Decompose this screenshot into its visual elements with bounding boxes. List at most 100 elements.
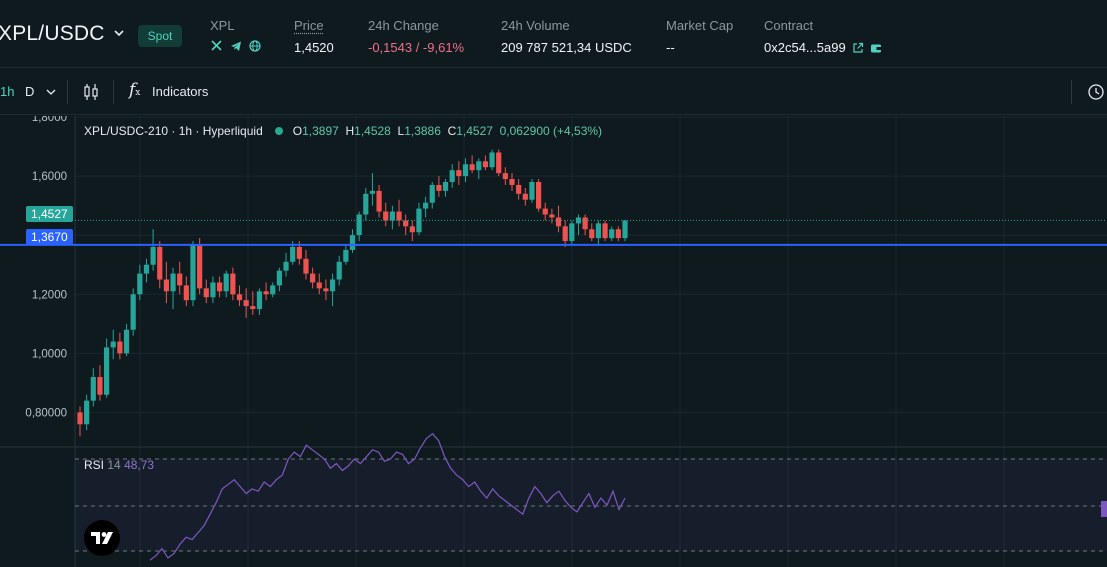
change-stat: 24h Change -0,1543 / -9,61% <box>368 18 464 55</box>
candle-body <box>562 226 568 242</box>
pair-selector[interactable]: XPL/USDC <box>0 22 105 46</box>
market-type-badge: Spot <box>138 25 182 47</box>
rsi-value-marker <box>1101 501 1107 517</box>
candle-body <box>429 184 435 203</box>
candle-body <box>150 247 156 265</box>
last-price-tag: 1,4527 <box>26 206 73 222</box>
candle-body <box>223 273 229 292</box>
market-open-dot <box>274 127 283 135</box>
candle-body <box>356 214 362 236</box>
price-label: Price <box>294 18 324 33</box>
candle-body <box>489 152 495 168</box>
token-label: XPL <box>210 18 235 33</box>
y-tick-label: 1,8000 <box>32 116 67 124</box>
indicators-icon[interactable]: fx <box>129 80 140 100</box>
candle-body <box>469 164 475 171</box>
price-chart[interactable]: 1,80001,60001,40001,20001,00000,80000 <box>0 116 1107 567</box>
candle-body <box>462 164 469 177</box>
contract-address[interactable]: 0x2c54...5a99 <box>764 40 846 55</box>
candle-body <box>316 282 322 289</box>
y-tick-label: 1,0000 <box>32 348 67 360</box>
candle-body <box>336 261 342 280</box>
candle-body <box>170 273 176 292</box>
candle-body <box>163 279 170 292</box>
candle-body <box>290 247 296 262</box>
candle-body <box>396 211 402 221</box>
candle-body <box>263 291 269 295</box>
candle-body <box>476 161 482 171</box>
toolbar-divider <box>113 80 114 104</box>
candle-body <box>509 179 515 185</box>
candle-body <box>84 400 90 425</box>
candle-body <box>542 208 548 215</box>
candle-body <box>243 300 249 307</box>
contract-row: 0x2c54...5a99 <box>764 40 882 55</box>
chevron-down-icon[interactable] <box>46 88 56 96</box>
candle-body <box>329 279 336 292</box>
chevron-down-icon[interactable] <box>112 26 126 40</box>
ohlc-h-value: 1,4528 <box>354 124 391 138</box>
candle-body <box>569 223 575 242</box>
candle-body <box>502 173 508 180</box>
marketcap-label: Market Cap <box>666 18 734 33</box>
candle-body <box>456 170 462 177</box>
candle-body <box>589 229 595 239</box>
interval-d-button[interactable]: D <box>25 84 34 99</box>
candle-body <box>549 214 555 218</box>
candle-body <box>90 377 96 401</box>
rsi-legend: RSI 14 48,73 <box>84 458 154 472</box>
rsi-value: 48,73 <box>124 458 155 472</box>
change-value: -0,1543 / -9,61% <box>368 40 465 55</box>
volume-stat: 24h Volume 209 787 521,34 USDC <box>501 18 632 55</box>
wallet-icon[interactable] <box>870 42 882 54</box>
price-stat: Price 1,4520 <box>294 18 334 55</box>
marketcap-value: -- <box>666 40 675 55</box>
candle-body <box>409 226 415 233</box>
telegram-icon[interactable] <box>229 39 242 52</box>
candle-body <box>582 217 588 230</box>
candle-body <box>496 152 502 174</box>
candle-body <box>77 412 83 425</box>
candle-body <box>117 341 123 354</box>
y-tick-label: 0,80000 <box>25 407 67 419</box>
candle-body <box>535 182 542 209</box>
indicators-button[interactable]: Indicators <box>152 84 208 99</box>
candle-body <box>236 294 243 301</box>
token-info: XPL <box>210 18 261 52</box>
candle-body <box>203 288 209 298</box>
candle-body <box>310 273 316 283</box>
y-tick-label: 1,2000 <box>32 289 67 301</box>
candle-body <box>250 306 256 310</box>
line-price-tag: 1,3670 <box>26 229 73 245</box>
contract-label: Contract <box>764 18 814 33</box>
candle-body <box>210 282 216 298</box>
interval-1h-button[interactable]: 1h <box>0 84 14 99</box>
tradingview-logo[interactable] <box>84 520 120 556</box>
candle-body <box>296 247 302 259</box>
x-icon[interactable] <box>210 39 223 52</box>
screenshot-icon[interactable] <box>1087 83 1107 103</box>
change-label: 24h Change <box>368 18 439 33</box>
external-link-icon[interactable] <box>852 42 864 54</box>
globe-icon[interactable] <box>248 39 261 52</box>
candle-body <box>103 347 110 395</box>
candle-body <box>389 211 395 221</box>
candle-body <box>303 258 309 274</box>
ohlc-o-value: 1,3897 <box>302 124 339 138</box>
social-links <box>210 39 261 52</box>
candle-body <box>449 170 455 182</box>
rsi-band <box>75 459 1107 551</box>
candles-icon[interactable] <box>83 83 99 101</box>
chart-area[interactable]: 1,80001,60001,40001,20001,00000,80000 XP… <box>0 116 1107 567</box>
candle-body <box>615 229 621 239</box>
candle-body <box>97 377 103 395</box>
candle-body <box>157 247 163 280</box>
candle-body <box>230 273 236 295</box>
candle-body <box>369 190 376 194</box>
candle-body <box>197 244 203 289</box>
candle-body <box>183 285 189 301</box>
ohlc-l-value: 1,3886 <box>404 124 441 138</box>
candle-body <box>602 223 608 239</box>
candle-body <box>110 341 116 348</box>
candle-body <box>363 193 369 215</box>
